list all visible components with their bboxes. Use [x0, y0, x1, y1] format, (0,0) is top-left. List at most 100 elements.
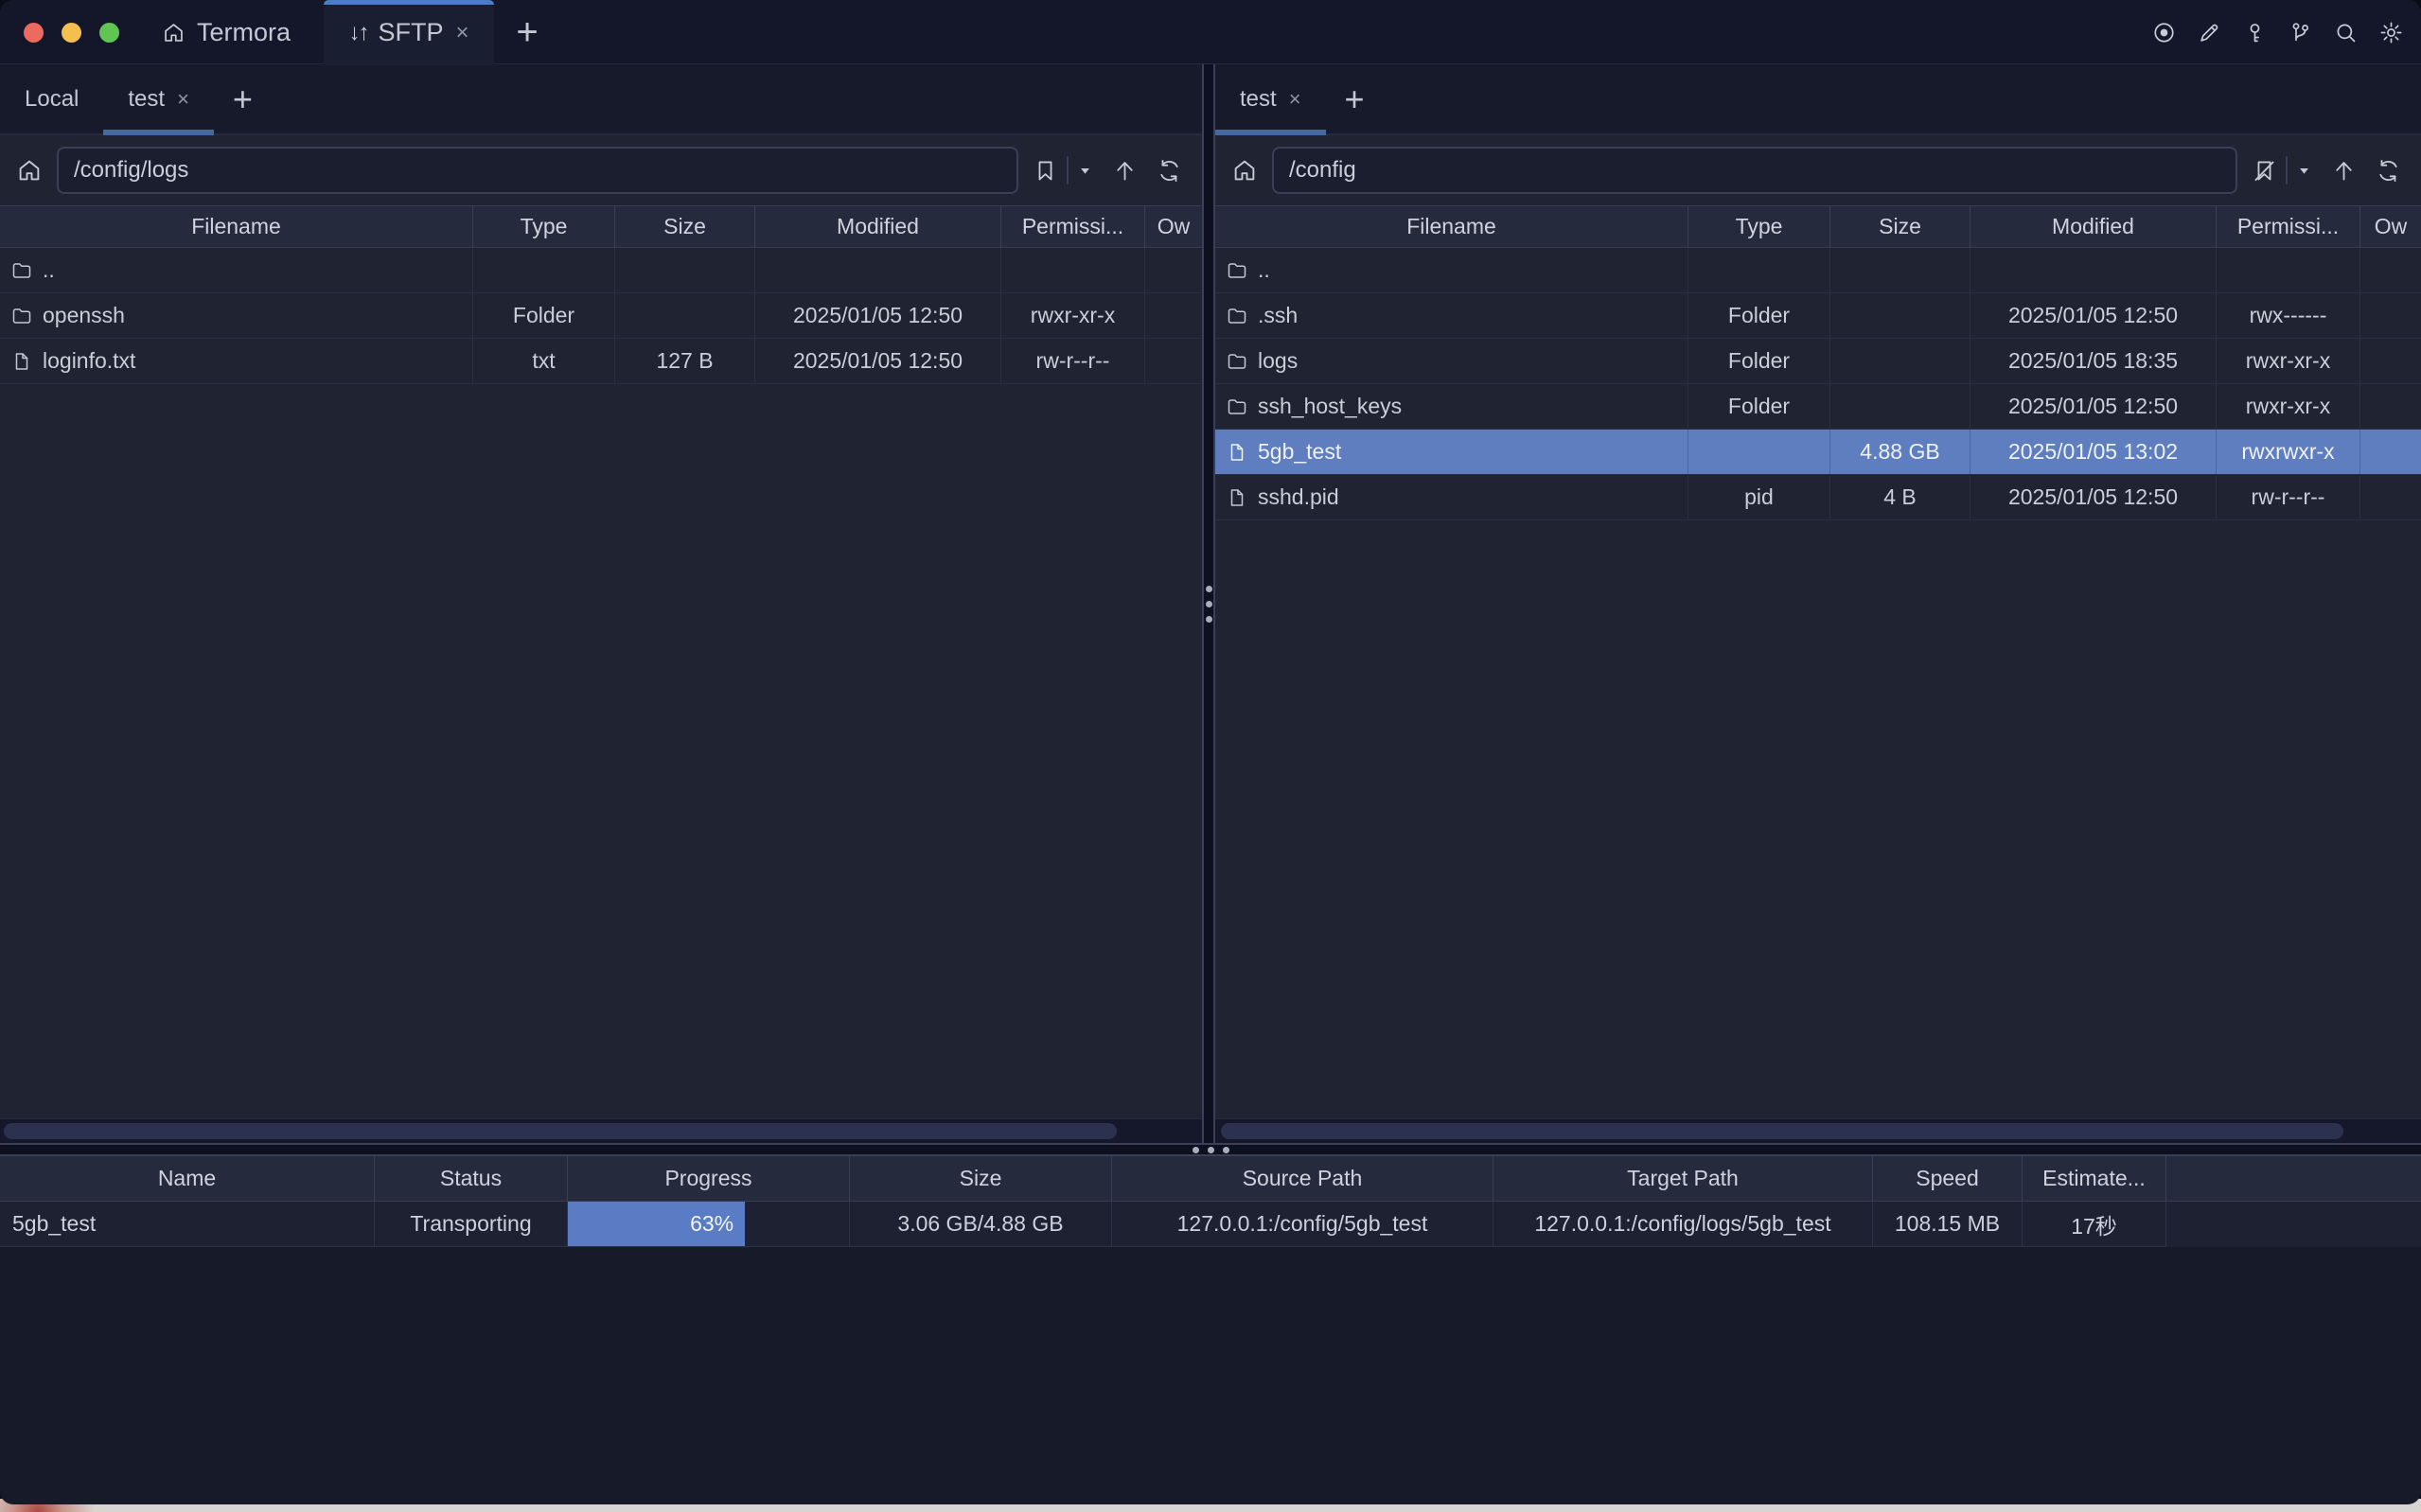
right-path-tools	[2251, 156, 2402, 185]
left-hscrollbar-thumb[interactable]	[4, 1123, 1117, 1139]
home-icon[interactable]	[1230, 156, 1259, 185]
caret-down-icon[interactable]	[2297, 164, 2311, 178]
file-cell: rwx------	[2217, 293, 2360, 338]
column-header-filename[interactable]: Filename	[0, 206, 473, 247]
folder-icon	[10, 259, 33, 282]
file-row-ssh_host_keys[interactable]: ssh_host_keysFolder2025/01/05 12:50rwxr-…	[1215, 384, 2421, 430]
column-header-speed[interactable]: Speed	[1873, 1156, 2023, 1201]
progress-fill: 63%	[568, 1202, 745, 1246]
transfer-status: Transporting	[375, 1202, 568, 1247]
column-header-permissions[interactable]: Permissi...	[2217, 206, 2360, 247]
right-hscrollbar-thumb[interactable]	[1221, 1123, 2343, 1139]
app-window: Termora ↓↑ SFTP × +	[0, 0, 2421, 1504]
caret-down-icon[interactable]	[1078, 164, 1092, 178]
file-cell: 2025/01/05 12:50	[755, 339, 1001, 383]
column-header-size[interactable]: Size	[1830, 206, 1970, 247]
add-pane-tab-button[interactable]: +	[1326, 64, 1384, 133]
close-window-button[interactable]	[24, 23, 44, 43]
close-icon[interactable]: ×	[1289, 87, 1301, 112]
record-icon[interactable]	[2151, 20, 2177, 45]
column-header-progress[interactable]: Progress	[568, 1156, 850, 1201]
active-tab-indicator	[1215, 130, 1326, 135]
zoom-window-button[interactable]	[99, 23, 119, 43]
file-row-..[interactable]: ..	[1215, 248, 2421, 293]
file-cell	[2360, 339, 2421, 383]
column-header-size[interactable]: Size	[615, 206, 755, 247]
arrow-up-icon[interactable]	[2330, 157, 2358, 185]
file-cell: 2025/01/05 18:35	[1970, 339, 2217, 383]
transfer-row-5gb_test[interactable]: 5gb_testTransporting63%3.06 GB/4.88 GB12…	[0, 1202, 2421, 1247]
tab-sftp[interactable]: ↓↑ SFTP ×	[324, 0, 494, 65]
file-cell: 2025/01/05 13:02	[1970, 430, 2217, 474]
filename-label: ssh_host_keys	[1258, 394, 1402, 419]
column-header-estimate[interactable]: Estimate...	[2023, 1156, 2166, 1201]
file-cell: txt	[473, 339, 615, 383]
file-cell	[1688, 248, 1830, 292]
file-row-logs[interactable]: logsFolder 2025/01/05 18:35rwxr-xr-x	[1215, 339, 2421, 384]
file-cell: 2025/01/05 12:50	[1970, 384, 2217, 429]
folder-icon	[1226, 350, 1248, 373]
window-titlebar: Termora ↓↑ SFTP × +	[0, 0, 2421, 64]
file-cell: Folder	[473, 293, 615, 338]
file-cell: 2025/01/05 12:50	[1970, 293, 2217, 338]
folder-icon	[1226, 396, 1248, 418]
column-header-size[interactable]: Size	[850, 1156, 1112, 1201]
new-window-tab-button[interactable]: +	[502, 0, 553, 64]
column-header-modified[interactable]: Modified	[1970, 206, 2217, 247]
bookmark-slash-icon[interactable]	[2251, 157, 2278, 185]
column-header-owner[interactable]: Ow	[2360, 206, 2421, 247]
file-icon	[1226, 486, 1248, 509]
pane-tab-test[interactable]: test ×	[103, 64, 214, 133]
file-row-.ssh[interactable]: .sshFolder2025/01/05 12:50rwx------	[1215, 293, 2421, 339]
arrow-up-icon[interactable]	[1111, 157, 1139, 185]
left-file-list: ..opensshFolder2025/01/05 12:50rwxr-xr-x…	[0, 248, 1202, 1118]
horizontal-splitter[interactable]	[0, 1143, 2421, 1156]
file-cell	[1688, 430, 1830, 474]
pane-tab-test[interactable]: test ×	[1215, 64, 1326, 133]
refresh-icon[interactable]	[1156, 157, 1183, 185]
home-icon[interactable]	[15, 156, 44, 185]
splitter-grip-dot	[1193, 1147, 1199, 1153]
minimize-window-button[interactable]	[62, 23, 81, 43]
tab-termora[interactable]: Termora	[161, 0, 291, 64]
search-icon[interactable]	[2333, 20, 2359, 45]
settings-gear-icon[interactable]	[2378, 20, 2404, 45]
column-header-filename[interactable]: Filename	[1215, 206, 1688, 247]
file-row-5gb_test[interactable]: 5gb_test4.88 GB2025/01/05 13:02rwxrwxr-x	[1215, 430, 2421, 475]
path-input[interactable]: /config	[1272, 147, 2237, 194]
file-row-sshd.pid[interactable]: sshd.pidpid4 B2025/01/05 12:50rw-r--r--	[1215, 475, 2421, 520]
close-icon[interactable]: ×	[456, 20, 469, 46]
column-header-target-path[interactable]: Target Path	[1493, 1156, 1873, 1201]
file-row-openssh[interactable]: opensshFolder2025/01/05 12:50rwxr-xr-x	[0, 293, 1202, 339]
column-header-type[interactable]: Type	[473, 206, 615, 247]
branch-icon[interactable]	[2288, 20, 2313, 45]
bookmark-icon[interactable]	[1032, 157, 1059, 185]
filename-label: .ssh	[1258, 303, 1298, 328]
column-header-owner[interactable]: Ow	[1145, 206, 1202, 247]
add-pane-tab-button[interactable]: +	[214, 64, 272, 133]
key-icon[interactable]	[2242, 20, 2268, 45]
file-cell: logs	[1215, 339, 1688, 383]
filename-label: openssh	[43, 303, 125, 328]
transfer-speed: 108.15 MB	[1873, 1202, 2023, 1247]
file-cell: rwxr-xr-x	[2217, 339, 2360, 383]
pane-tab-local[interactable]: Local	[0, 64, 103, 133]
file-cell	[2360, 293, 2421, 338]
column-header-name[interactable]: Name	[0, 1156, 375, 1201]
filename-label: sshd.pid	[1258, 484, 1339, 510]
edit-icon[interactable]	[2197, 20, 2222, 45]
column-header-type[interactable]: Type	[1688, 206, 1830, 247]
file-row-loginfo.txt[interactable]: loginfo.txttxt127 B2025/01/05 12:50rw-r-…	[0, 339, 1202, 384]
file-cell: ssh_host_keys	[1215, 384, 1688, 429]
close-icon[interactable]: ×	[177, 87, 189, 112]
column-header-modified[interactable]: Modified	[755, 206, 1001, 247]
file-row-..[interactable]: ..	[0, 248, 1202, 293]
vertical-splitter[interactable]	[1202, 64, 1215, 1143]
path-input[interactable]: /config/logs	[57, 147, 1018, 194]
column-header-source-path[interactable]: Source Path	[1112, 1156, 1493, 1201]
column-header-status[interactable]: Status	[375, 1156, 568, 1201]
transfer-arrows-icon: ↓↑	[348, 20, 367, 46]
file-cell: Folder	[1688, 339, 1830, 383]
refresh-icon[interactable]	[2375, 157, 2402, 185]
column-header-permissions[interactable]: Permissi...	[1001, 206, 1145, 247]
